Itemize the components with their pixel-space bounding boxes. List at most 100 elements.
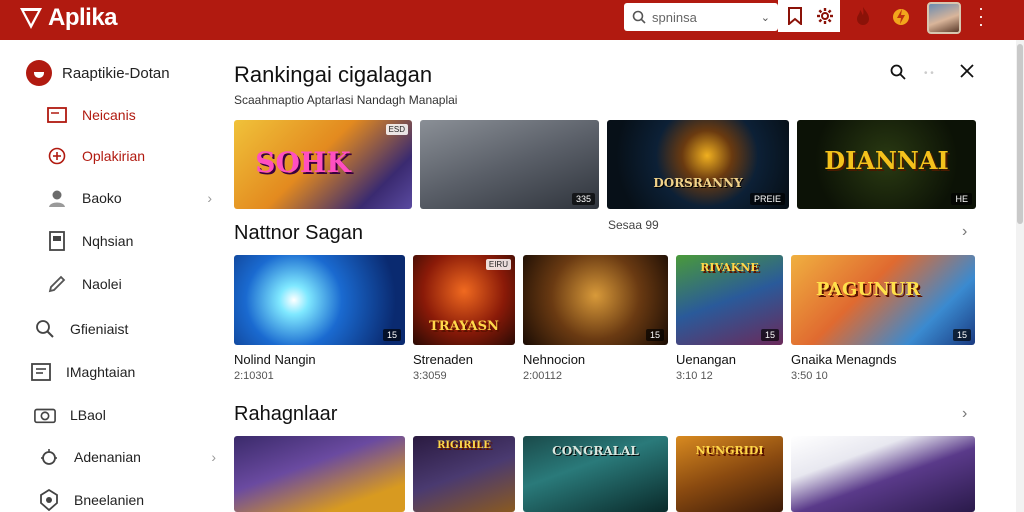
search-placeholder: spninsa <box>652 9 697 25</box>
trending-button[interactable] <box>844 0 882 32</box>
sidebar-brand[interactable]: Raaptikie-Dotan <box>26 60 170 86</box>
card-badge: EIRU <box>485 259 511 270</box>
card-badge: 15 <box>382 329 401 341</box>
game-meta: 3:50 10 <box>791 370 828 382</box>
search-icon <box>632 10 646 24</box>
bug-icon <box>38 446 60 468</box>
card-badge: ESD <box>385 124 408 135</box>
sidebar-item-lbaol[interactable]: LBaol <box>34 404 214 426</box>
sidebar-item-bneelanien[interactable]: Bneelanien <box>38 489 218 511</box>
card-title-art: DIANNAI <box>824 146 949 175</box>
section-title: Nattnor Sagan <box>234 222 363 244</box>
game-card[interactable]: NUNGRIDI <box>676 436 783 512</box>
page-subtitle: Scaahmaptio Aptarlasi Nandagh Manaplai <box>234 93 458 107</box>
section-meta: Sesaa 99 <box>608 218 659 232</box>
sidebar-item-label: Naolei <box>82 276 122 292</box>
sidebar-item-nqhsian[interactable]: Nqhsian <box>46 230 226 252</box>
window-icon <box>46 104 68 126</box>
sidebar-item-label: LBaol <box>70 407 106 423</box>
bolt-icon <box>893 9 909 25</box>
pencil-icon <box>46 273 68 295</box>
card-title-art: CONGRALAL <box>552 444 639 458</box>
shield-logo-icon <box>20 8 42 29</box>
search-icon[interactable] <box>890 64 906 80</box>
chevron-right-icon[interactable]: › <box>962 223 967 241</box>
sidebar-item-label: Adenanian <box>74 449 141 465</box>
ranking-card[interactable]: 335 <box>420 120 599 209</box>
search-input[interactable]: spninsa ⌄ <box>624 3 778 31</box>
ranking-card[interactable]: DORSRANNY PREIE <box>607 120 789 209</box>
sidebar-item-naolei[interactable]: Naolei <box>46 273 226 295</box>
sidebar-item-label: Bneelanien <box>74 492 145 508</box>
sidebar-item-neicanis[interactable]: Neicanis <box>46 104 226 126</box>
search-icon <box>34 318 56 340</box>
main-content: Rankingai cigalagan Scaahmaptio Aptarlas… <box>210 40 1016 512</box>
sidebar-item-label: IMaghtaian <box>66 364 136 380</box>
game-name[interactable]: Strenaden <box>413 352 473 367</box>
game-name[interactable]: Nehnocion <box>523 352 585 367</box>
sidebar-item-oplakirian[interactable]: Oplakirian <box>46 145 226 167</box>
game-card[interactable]: 15 <box>234 255 405 345</box>
rewards-button[interactable] <box>882 0 920 32</box>
badge-icon <box>38 489 60 511</box>
ranking-card[interactable]: SOHK ESD <box>234 120 412 209</box>
card-title-art: SOHK <box>255 146 351 179</box>
sidebar: Raaptikie-Dotan Neicanis Oplakirian Baok… <box>0 40 216 512</box>
card-title-art: TRAYASN <box>429 319 499 334</box>
sidebar-item-imaghtaian[interactable]: IMaghtaian <box>30 361 210 383</box>
close-icon[interactable] <box>960 64 974 78</box>
gear-icon <box>817 8 833 24</box>
plus-circle-icon <box>46 145 68 167</box>
card-title-art: NUNGRIDI <box>695 444 764 457</box>
sidebar-item-label: Baoko <box>82 190 122 206</box>
game-card[interactable]: PAGUNUR 15 <box>791 255 975 345</box>
game-meta: 3:3059 <box>413 370 447 382</box>
sidebar-item-baoko[interactable]: Baoko › <box>46 187 226 209</box>
sidebar-item-label: Nqhsian <box>82 233 134 249</box>
app-logo[interactable]: Aplika <box>18 4 118 32</box>
game-name[interactable]: Gnaika Menagnds <box>791 352 897 367</box>
game-card[interactable]: RIGIRILE <box>413 436 515 512</box>
game-card[interactable]: 15 <box>523 255 668 345</box>
user-icon <box>46 187 68 209</box>
chevron-down-icon[interactable]: ⌄ <box>761 11 770 24</box>
card-badge: 15 <box>760 329 779 341</box>
sidebar-brand-label: Raaptikie-Dotan <box>62 64 170 82</box>
game-card[interactable] <box>791 436 975 512</box>
game-name[interactable]: Nolind Nangin <box>234 352 316 367</box>
card-title-art: PAGUNUR <box>815 279 921 300</box>
game-card[interactable] <box>234 436 405 512</box>
game-card[interactable]: RIVAKNE 15 <box>676 255 783 345</box>
card-badge: PREIE <box>749 193 785 205</box>
game-meta: 2:10301 <box>234 370 274 382</box>
news-icon <box>30 361 52 383</box>
scrollbar-thumb[interactable] <box>1017 44 1023 224</box>
game-card[interactable]: TRAYASN EIRU <box>413 255 515 345</box>
settings-button[interactable] <box>806 0 844 32</box>
game-card[interactable]: CONGRALAL <box>523 436 668 512</box>
card-badge: 335 <box>571 193 595 205</box>
more-options-icon[interactable]: · · · <box>974 0 988 33</box>
section-title: Rahagnlaar <box>234 403 338 425</box>
sidebar-item-adenanian[interactable]: Adenanian › <box>38 446 218 468</box>
game-meta: 2:00112 <box>523 370 562 382</box>
avatar[interactable] <box>927 2 961 34</box>
sidebar-item-gfieniaist[interactable]: Gfieniaist <box>34 318 214 340</box>
top-header-bar: Aplika spninsa ⌄ · · · <box>0 0 1024 40</box>
chevron-right-icon[interactable]: › <box>962 405 967 423</box>
card-badge: 15 <box>645 329 664 341</box>
sidebar-item-label: Neicanis <box>82 107 136 123</box>
bookmark-icon <box>788 7 802 25</box>
loading-dots-icon: • • <box>924 68 934 79</box>
card-title-art: RIVAKNE <box>700 261 759 274</box>
game-meta: 3:10 12 <box>676 370 713 382</box>
ranking-card[interactable]: DIANNAI HE <box>797 120 976 209</box>
app-name: Aplika <box>48 4 118 31</box>
game-name[interactable]: Uenangan <box>676 352 736 367</box>
card-title-art: DORSRANNY <box>653 176 743 190</box>
card-badge: HE <box>951 193 972 205</box>
fire-icon <box>857 7 869 25</box>
sidebar-item-label: Gfieniaist <box>70 321 129 337</box>
page-title: Rankingai cigalagan <box>234 62 433 87</box>
card-badge: 15 <box>952 329 971 341</box>
